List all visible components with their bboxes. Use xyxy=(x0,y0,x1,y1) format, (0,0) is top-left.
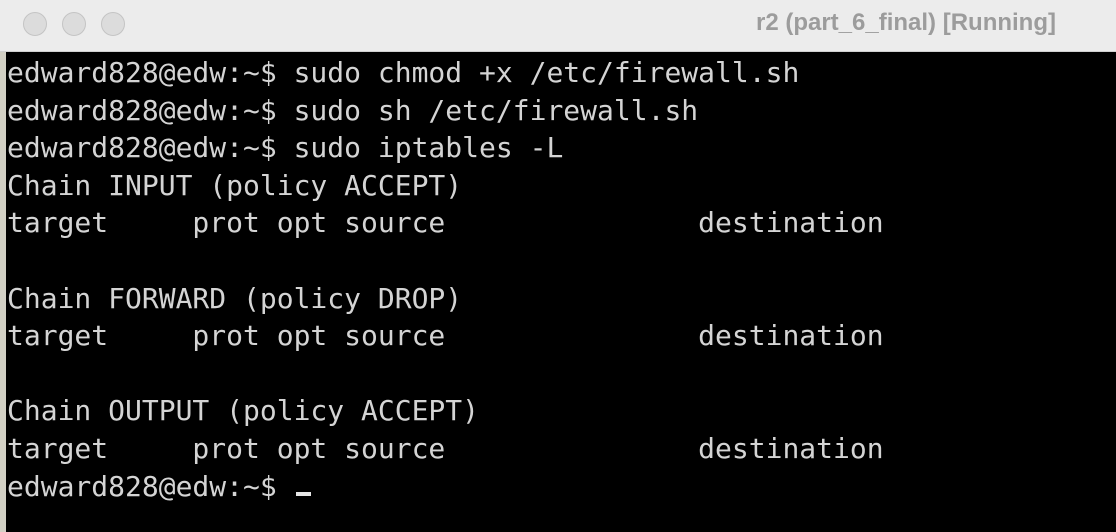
terminal-line: Chain FORWARD (policy DROP) xyxy=(7,281,463,315)
shell-prompt: edward828@edw:~$ xyxy=(7,469,294,503)
terminal-line: Chain INPUT (policy ACCEPT) xyxy=(7,168,463,202)
terminal-console[interactable]: edward828@edw:~$ sudo chmod +x /etc/fire… xyxy=(7,54,1116,532)
terminal-line: Chain OUTPUT (policy ACCEPT) xyxy=(7,394,480,428)
terminal-line: edward828@edw:~$ sudo chmod +x /etc/fire… xyxy=(7,56,800,89)
title-bar: r2 (part_6_final) [Running] xyxy=(0,0,1116,52)
zoom-button[interactable] xyxy=(101,12,125,36)
terminal-line: target prot opt source destination xyxy=(7,431,884,465)
terminal-line: edward828@edw:~$ sudo sh /etc/firewall.s… xyxy=(7,93,699,127)
terminal-line: target prot opt source destination xyxy=(7,319,884,353)
prompt-line[interactable]: edward828@edw:~$ xyxy=(7,468,1116,506)
text-cursor xyxy=(295,491,311,496)
close-button[interactable] xyxy=(23,12,47,36)
terminal-line: target prot opt source destination xyxy=(7,206,884,240)
desktop-background-edge xyxy=(0,52,6,532)
minimize-button[interactable] xyxy=(62,12,86,36)
terminal-line: edward828@edw:~$ sudo iptables -L xyxy=(7,131,564,165)
window-title: r2 (part_6_final) [Running] xyxy=(755,9,1056,36)
vm-window: r2 (part_6_final) [Running] edward828@ed… xyxy=(0,0,1116,532)
